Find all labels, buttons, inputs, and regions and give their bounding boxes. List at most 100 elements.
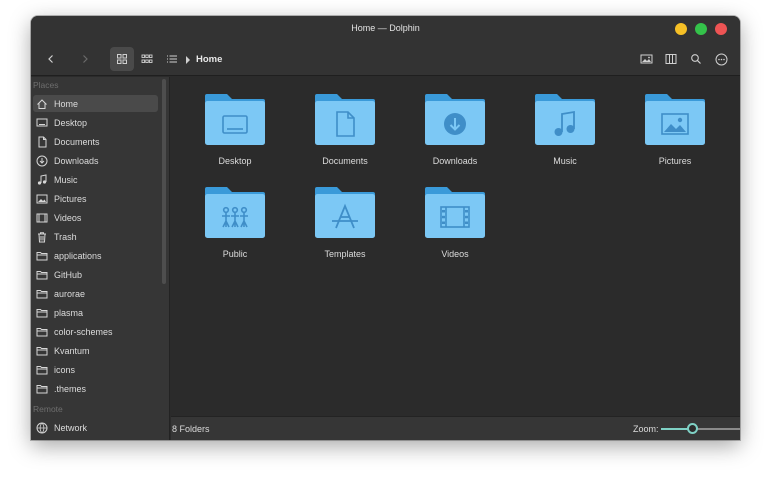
menu-button[interactable] — [709, 47, 733, 71]
folder-icon — [36, 326, 48, 338]
folder-icon — [535, 94, 595, 145]
sidebar-item-label: icons — [54, 364, 76, 375]
sidebar-item-label: Documents — [54, 136, 100, 147]
folder-desktop[interactable]: Desktop — [190, 93, 280, 166]
download-icon — [36, 155, 48, 167]
dolphin-window: Home — Dolphin Home Places Home Desktop … — [31, 16, 740, 440]
back-button[interactable] — [39, 47, 63, 71]
folder-icon — [315, 187, 375, 238]
search-icon — [691, 54, 701, 64]
sidebar-item-aurorae[interactable]: aurorae — [33, 285, 158, 302]
folder-icon — [645, 94, 705, 145]
sidebar-item-label: Desktop — [54, 117, 88, 128]
places-header: Places — [33, 80, 59, 90]
folder-icon — [425, 94, 485, 145]
folder-icon — [36, 269, 48, 281]
folder-music[interactable]: Music — [520, 93, 610, 166]
sidebar-item-label: Videos — [54, 212, 82, 223]
network-icon — [36, 422, 48, 434]
folder-icon — [205, 187, 265, 238]
remote-header: Remote — [33, 404, 63, 414]
sidebar-item-color-schemes[interactable]: color-schemes — [33, 323, 158, 340]
folder-icon — [36, 288, 48, 300]
icons-view-button[interactable] — [110, 47, 134, 71]
sidebar-item-trash[interactable]: Trash — [33, 228, 158, 245]
sidebar-item-documents[interactable]: Documents — [33, 133, 158, 150]
minimize-button[interactable] — [675, 23, 687, 35]
desktop-icon — [36, 117, 48, 129]
chevron-right-icon — [83, 55, 88, 63]
sidebar-item-themes[interactable]: .themes — [33, 380, 158, 397]
close-button[interactable] — [715, 23, 727, 35]
preview-button[interactable] — [634, 47, 658, 71]
folder-icon — [205, 94, 265, 145]
sidebar-item-label: aurorae — [54, 288, 86, 299]
folder-name: Templates — [324, 249, 366, 259]
folder-count: 8 Folders — [172, 424, 210, 434]
compact-view-button[interactable] — [135, 47, 159, 71]
zoom-label: Zoom: — [633, 424, 659, 434]
folder-videos[interactable]: Videos — [410, 186, 500, 259]
folder-templates[interactable]: Templates — [300, 186, 390, 259]
folder-name: Public — [222, 249, 248, 259]
trash-icon — [36, 231, 48, 243]
folder-name: Music — [553, 156, 577, 166]
sidebar-item-desktop[interactable]: Desktop — [33, 114, 158, 131]
folder-icon — [36, 345, 48, 357]
sidebar-item-label: GitHub — [54, 269, 83, 280]
sidebar-item-label: Kvantum — [54, 345, 90, 356]
breadcrumb[interactable]: Home — [186, 54, 222, 65]
sidebar-item-plasma[interactable]: plasma — [33, 304, 158, 321]
sidebar-item-icons[interactable]: icons — [33, 361, 158, 378]
sidebar-item-pictures[interactable]: Pictures — [33, 190, 158, 207]
sidebar-item-label: Network — [54, 422, 88, 433]
folder-documents[interactable]: Documents — [300, 93, 390, 166]
zoom-slider-handle[interactable] — [687, 423, 699, 434]
folder-name: Documents — [322, 156, 368, 166]
compact-grid-icon — [141, 54, 153, 63]
status-bar: 8 Folders Zoom: — [171, 416, 740, 440]
breadcrumb-home[interactable]: Home — [196, 54, 222, 65]
sidebar-item-network[interactable]: Network — [33, 419, 158, 436]
sidebar-item-kvantum[interactable]: Kvantum — [33, 342, 158, 359]
toolbar: Home — [31, 42, 740, 76]
title-bar[interactable]: Home — Dolphin — [31, 16, 740, 42]
folder-downloads[interactable]: Downloads — [410, 93, 500, 166]
window-title: Home — Dolphin — [351, 23, 420, 33]
sidebar-item-label: Downloads — [54, 155, 99, 166]
file-view[interactable]: Desktop Documents Downloads Music Pictures Pu… — [171, 77, 740, 416]
folder-name: Downloads — [432, 156, 478, 166]
sidebar-item-github[interactable]: GitHub — [33, 266, 158, 283]
image-icon — [640, 54, 652, 64]
sidebar-item-label: applications — [54, 250, 102, 261]
sidebar-item-applications[interactable]: applications — [33, 247, 158, 264]
sidebar-item-music[interactable]: Music — [33, 171, 158, 188]
forward-button[interactable] — [73, 47, 97, 71]
video-icon — [36, 212, 48, 224]
chevron-left-icon — [48, 55, 53, 63]
folder-icon — [36, 250, 48, 262]
document-icon — [36, 136, 48, 148]
folder-icon — [425, 187, 485, 238]
sidebar-scrollbar[interactable] — [162, 79, 166, 284]
folder-pictures[interactable]: Pictures — [630, 93, 720, 166]
folder-icon — [36, 364, 48, 376]
sidebar-item-downloads[interactable]: Downloads — [33, 152, 158, 169]
download-emblem — [444, 113, 466, 135]
sidebar-item-label: Pictures — [54, 193, 87, 204]
folder-icon — [315, 94, 375, 145]
split-view-button[interactable] — [659, 47, 683, 71]
sidebar-item-home[interactable]: Home — [33, 95, 158, 112]
folder-name: Pictures — [658, 156, 692, 166]
sidebar-item-videos[interactable]: Videos — [33, 209, 158, 226]
picture-icon — [36, 193, 48, 205]
grid-icon — [117, 54, 127, 64]
sidebar-item-label: Music — [54, 174, 78, 185]
sidebar-item-label: plasma — [54, 307, 84, 318]
folder-icon — [36, 307, 48, 319]
details-view-button[interactable] — [160, 47, 184, 71]
maximize-button[interactable] — [695, 23, 707, 35]
search-button[interactable] — [684, 47, 708, 71]
more-icon — [715, 53, 727, 65]
folder-public[interactable]: Public — [190, 186, 280, 259]
